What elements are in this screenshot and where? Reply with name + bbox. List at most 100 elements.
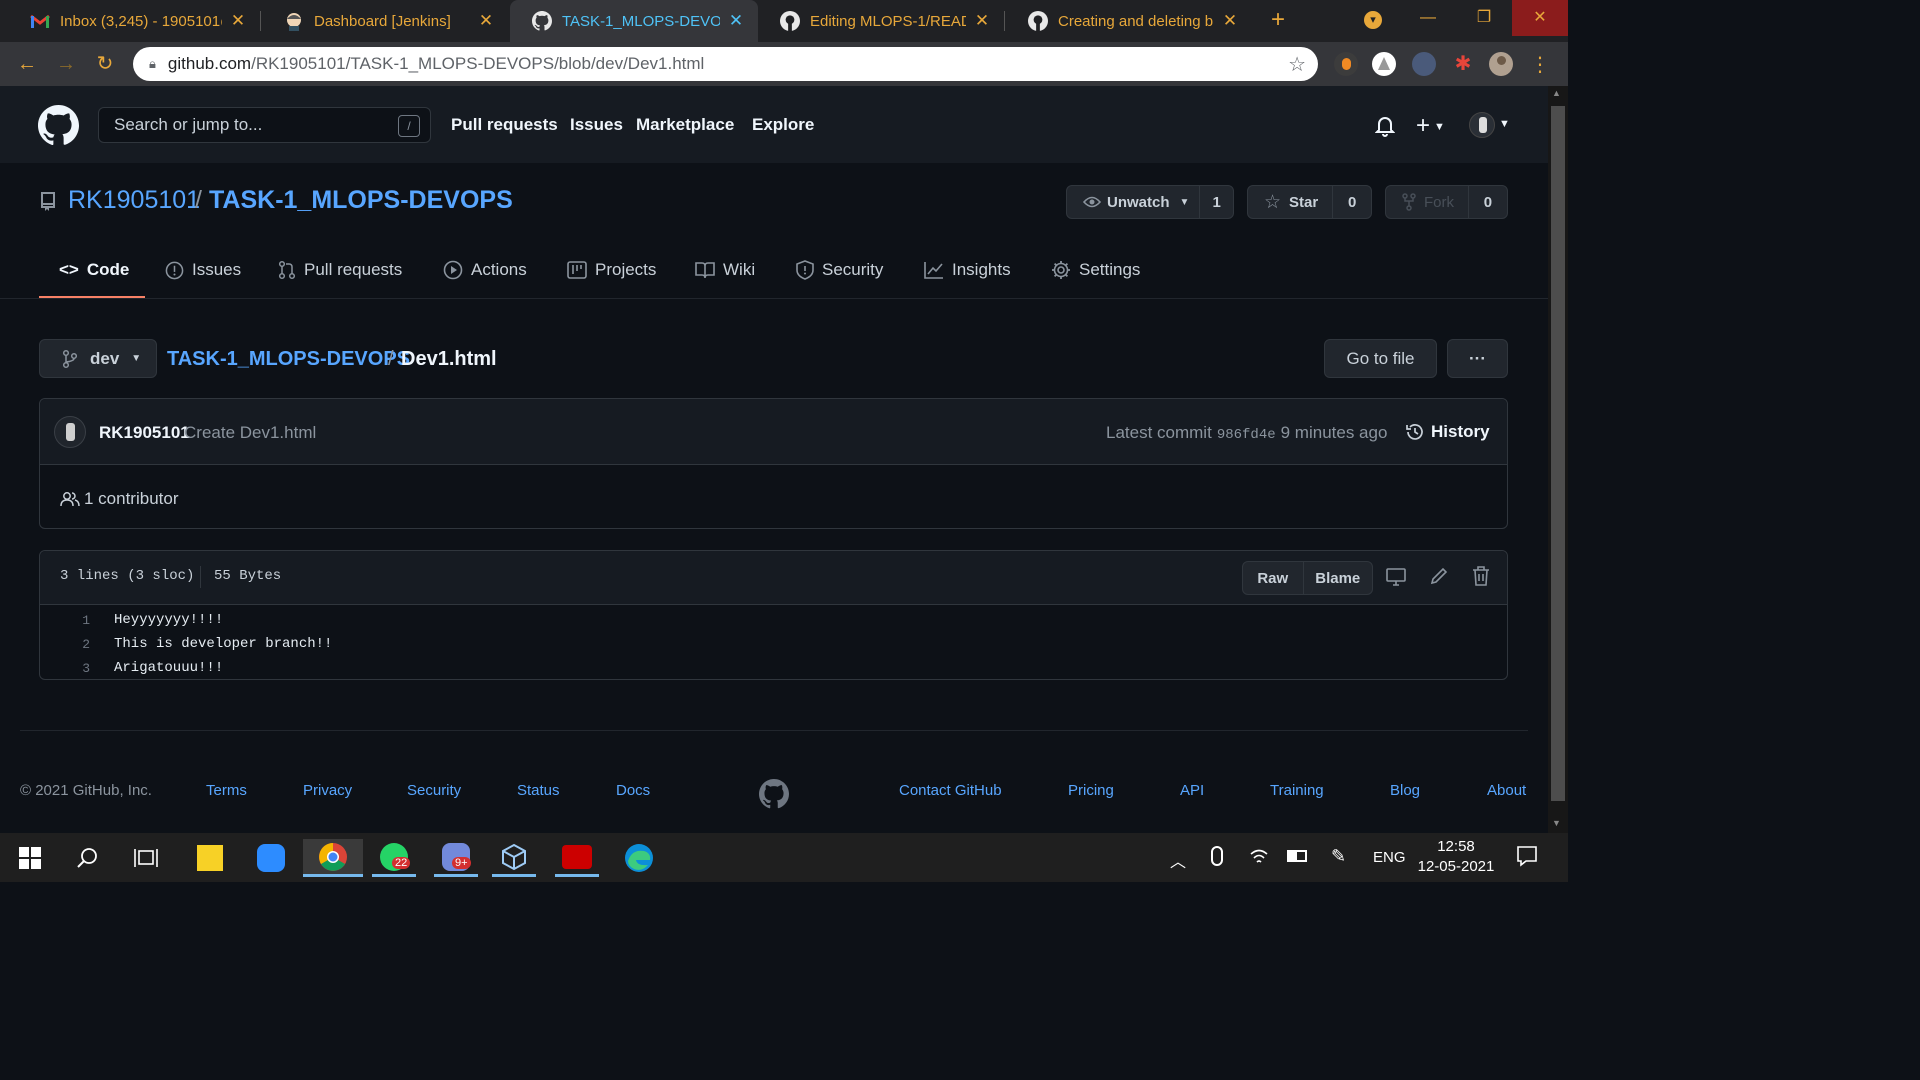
user-avatar[interactable] [1469, 112, 1495, 138]
close-icon[interactable]: ✕ [726, 11, 746, 31]
footer-link-blog[interactable]: Blog [1390, 782, 1420, 799]
trash-icon[interactable] [1472, 566, 1490, 586]
search-input[interactable]: Search or jump to... / [98, 107, 431, 143]
task-view-icon[interactable] [124, 839, 168, 877]
restore-button[interactable]: ❐ [1456, 0, 1512, 36]
raw-button[interactable]: Raw [1243, 570, 1303, 587]
footer-link-security[interactable]: Security [407, 782, 461, 799]
author-avatar[interactable] [54, 416, 86, 448]
nav-marketplace[interactable]: Marketplace [636, 115, 734, 135]
history-button[interactable]: History [1405, 422, 1490, 442]
chrome-icon[interactable] [303, 839, 363, 877]
line-number[interactable]: 3 [40, 661, 90, 676]
nav-pull-requests[interactable]: Pull requests [451, 115, 558, 135]
tab-issues[interactable]: Issues [165, 258, 241, 282]
wifi-icon[interactable] [1249, 848, 1269, 866]
repo-owner-link[interactable]: RK1905101 [68, 186, 200, 215]
reload-icon[interactable]: ↻ [94, 53, 116, 75]
close-window-button[interactable]: ✕ [1512, 0, 1568, 36]
close-icon[interactable]: ✕ [1220, 11, 1240, 31]
browser-tab-active[interactable]: TASK-1_MLOPS-DEVOPS/ ✕ [510, 0, 758, 42]
tray-overflow-icon[interactable]: ︿ [1170, 848, 1186, 872]
create-new-icon[interactable]: + ▼ [1416, 112, 1445, 140]
tab-insights[interactable]: Insights [924, 258, 1011, 282]
line-number[interactable]: 1 [40, 613, 90, 628]
tab-search-icon[interactable]: ▾ [1364, 11, 1382, 29]
back-arrow-icon[interactable]: ← [16, 53, 38, 75]
github-logo-icon[interactable] [38, 105, 79, 146]
commit-sha-link[interactable]: 986fd4e [1217, 427, 1276, 443]
extension-cursor-icon[interactable] [1412, 52, 1436, 76]
repo-name-link[interactable]: TASK-1_MLOPS-DEVOPS [209, 186, 513, 215]
tab-security[interactable]: Security [796, 258, 883, 282]
star-button[interactable]: ☆ Star 0 [1247, 185, 1372, 219]
footer-link-training[interactable]: Training [1270, 782, 1324, 799]
extension-icon[interactable] [1334, 52, 1358, 76]
pen-icon[interactable]: ✎ [1331, 846, 1346, 867]
footer-link-contact[interactable]: Contact GitHub [899, 782, 1002, 799]
github-footer-logo-icon[interactable] [759, 779, 789, 809]
tab-wiki[interactable]: Wiki [695, 258, 755, 282]
footer-link-terms[interactable]: Terms [206, 782, 247, 799]
close-icon[interactable]: ✕ [972, 11, 992, 31]
footer-link-privacy[interactable]: Privacy [303, 782, 352, 799]
pencil-icon[interactable] [1429, 566, 1449, 586]
scroll-down-icon[interactable]: ▼ [1552, 818, 1561, 828]
tab-code[interactable]: <> Code [59, 258, 129, 282]
scroll-up-icon[interactable]: ▲ [1552, 88, 1561, 98]
desktop-icon[interactable] [1385, 566, 1407, 588]
breadcrumb-repo-link[interactable]: TASK-1_MLOPS-DEVOPS [167, 348, 410, 371]
contributors-link[interactable]: 1 contributor [60, 489, 179, 509]
microphone-icon[interactable] [1211, 846, 1223, 866]
browser-tab-readme[interactable]: Editing MLOPS-1/READMI ✕ [758, 0, 1004, 42]
search-icon[interactable] [66, 839, 110, 877]
fork-button[interactable]: Fork 0 [1385, 185, 1508, 219]
tab-actions[interactable]: Actions [443, 258, 527, 282]
extension-a-icon[interactable] [1372, 52, 1396, 76]
profile-avatar-icon[interactable] [1489, 52, 1513, 76]
more-options-button[interactable]: ··· [1447, 339, 1508, 378]
line-number[interactable]: 2 [40, 637, 90, 652]
tab-pull-requests[interactable]: Pull requests [278, 258, 402, 282]
nav-explore[interactable]: Explore [752, 115, 814, 135]
new-tab-button[interactable]: + [1264, 6, 1292, 34]
zoom-icon[interactable] [249, 839, 293, 877]
tab-projects[interactable]: Projects [567, 258, 656, 282]
tab-settings[interactable]: Settings [1051, 258, 1140, 282]
notifications-icon[interactable] [1516, 845, 1538, 867]
nav-issues[interactable]: Issues [570, 115, 623, 135]
unwatch-button[interactable]: Unwatch ▼ 1 [1066, 185, 1234, 219]
browser-tab-branches[interactable]: Creating and deleting bra ✕ [1006, 0, 1252, 42]
discord-icon[interactable]: 9+ [434, 839, 478, 877]
commit-message-link[interactable]: Create Dev1.html [184, 423, 316, 443]
puzzle-icon[interactable]: ✱ [1451, 52, 1475, 76]
edge-icon[interactable] [617, 839, 661, 877]
browser-tab-jenkins[interactable]: Dashboard [Jenkins] ✕ [262, 0, 508, 42]
footer-link-pricing[interactable]: Pricing [1068, 782, 1114, 799]
browser-tab-gmail[interactable]: Inbox (3,245) - 1905101@ ✕ [8, 0, 260, 42]
bell-icon[interactable] [1375, 115, 1395, 137]
address-bar[interactable]: 🔒︎ github.com/RK1905101/TASK-1_MLOPS-DEV… [133, 47, 1318, 81]
battery-icon[interactable] [1287, 850, 1307, 862]
footer-link-docs[interactable]: Docs [616, 782, 650, 799]
virtualbox-icon[interactable] [492, 839, 536, 877]
close-icon[interactable]: ✕ [228, 11, 248, 31]
footer-link-api[interactable]: API [1180, 782, 1204, 799]
bookmark-star-icon[interactable]: ☆ [1288, 52, 1306, 77]
clock[interactable]: 12:58 12-05-2021 [1412, 838, 1500, 875]
go-to-file-button[interactable]: Go to file [1324, 339, 1437, 378]
whatsapp-icon[interactable]: 22 [372, 839, 416, 877]
page-scrollbar[interactable]: ▲ ▼ [1548, 86, 1568, 833]
windows-start-icon[interactable] [8, 839, 52, 877]
close-icon[interactable]: ✕ [476, 11, 496, 31]
scrollbar-thumb[interactable] [1551, 106, 1565, 801]
footer-link-status[interactable]: Status [517, 782, 560, 799]
footer-link-about[interactable]: About [1487, 782, 1526, 799]
minimize-button[interactable]: — [1400, 0, 1456, 36]
blame-button[interactable]: Blame [1302, 562, 1372, 594]
browser-menu-icon[interactable]: ⋮ [1530, 52, 1550, 77]
branch-select[interactable]: dev ▼ [39, 339, 157, 378]
language-indicator[interactable]: ENG [1373, 849, 1406, 866]
chevron-down-icon[interactable]: ▼ [1499, 118, 1510, 130]
rhel-icon[interactable] [555, 839, 599, 877]
